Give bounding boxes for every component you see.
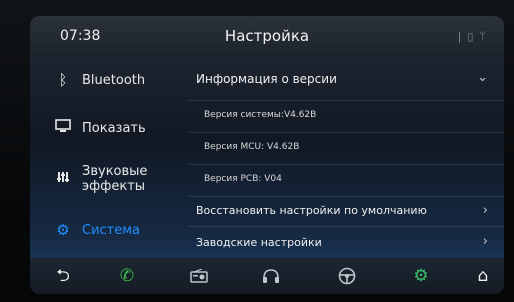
pcb-version-row: Версия PCB: V04 xyxy=(188,164,504,197)
storage-icon: ▯ xyxy=(467,30,480,43)
system-version-row: Версия системы:V4.62B xyxy=(188,100,504,133)
equalizer-icon xyxy=(50,170,76,188)
status-indicators: |▯ᛘ xyxy=(458,30,492,43)
sidebar-item-system[interactable]: ⚙ Система xyxy=(30,208,188,252)
restore-defaults-label: Восстановить настройки по умолчанию xyxy=(196,204,427,217)
steering-wheel-icon[interactable] xyxy=(332,264,362,288)
sidebar-item-bluetooth[interactable]: ᛒ Bluetooth xyxy=(30,58,188,102)
sidebar-item-label: Показать xyxy=(82,120,146,136)
chevron-right-icon: › xyxy=(482,203,488,218)
restore-defaults-row[interactable]: Восстановить настройки по умолчанию › xyxy=(188,196,504,227)
back-icon[interactable]: ⮌ xyxy=(48,264,78,288)
sidebar-item-label: Система xyxy=(82,222,141,238)
head-unit-screen: 07:38 Настройка |▯ᛘ ᛒ Bluetooth Показать… xyxy=(30,16,504,294)
sidebar-item-label: Bluetooth xyxy=(82,72,146,88)
gear-icon: ⚙ xyxy=(56,221,70,239)
page-title: Настройка xyxy=(224,27,310,45)
sidebar-item-sound-effects[interactable]: Звуковые эффекты xyxy=(30,154,188,204)
headphones-icon[interactable] xyxy=(256,264,286,288)
home-icon[interactable]: ⌂ xyxy=(468,264,498,288)
status-bar: 07:38 Настройка |▯ᛘ xyxy=(30,16,504,58)
settings-sidebar: ᛒ Bluetooth Показать Звуковые эффекты ⚙ … xyxy=(30,58,188,258)
system-version-value: Версия системы:V4.62B xyxy=(204,110,317,120)
chevron-down-icon: ⌄ xyxy=(477,70,488,85)
bottom-navigation: ⮌ ✆ ⚙ ⌂ xyxy=(30,258,504,294)
phone-icon[interactable]: ✆ xyxy=(112,264,142,288)
chevron-right-icon: › xyxy=(482,234,488,249)
mcu-version-value: Версия MCU: V4.62B xyxy=(204,142,300,152)
pcb-version-value: Версия PCB: V04 xyxy=(204,174,282,184)
settings-panel: Информация о версии ⌄ Версия системы:V4.… xyxy=(188,58,504,258)
gear-icon[interactable]: ⚙ xyxy=(406,264,436,288)
display-icon xyxy=(50,119,76,137)
radio-icon[interactable] xyxy=(184,264,214,288)
usb-icon: ᛘ xyxy=(479,30,492,43)
factory-settings-label: Заводские настройки xyxy=(196,236,322,249)
mcu-version-row: Версия MCU: V4.62B xyxy=(188,132,504,165)
sidebar-item-label: Звуковые эффекты xyxy=(82,164,148,194)
version-info-label: Информация о версии xyxy=(196,72,337,86)
sidebar-item-display[interactable]: Показать xyxy=(30,106,188,150)
version-info-row[interactable]: Информация о версии ⌄ xyxy=(188,58,504,101)
bluetooth-icon: ᛒ xyxy=(58,71,68,89)
signal-divider-icon: | xyxy=(457,30,468,43)
factory-settings-row[interactable]: Заводские настройки › xyxy=(188,226,504,258)
